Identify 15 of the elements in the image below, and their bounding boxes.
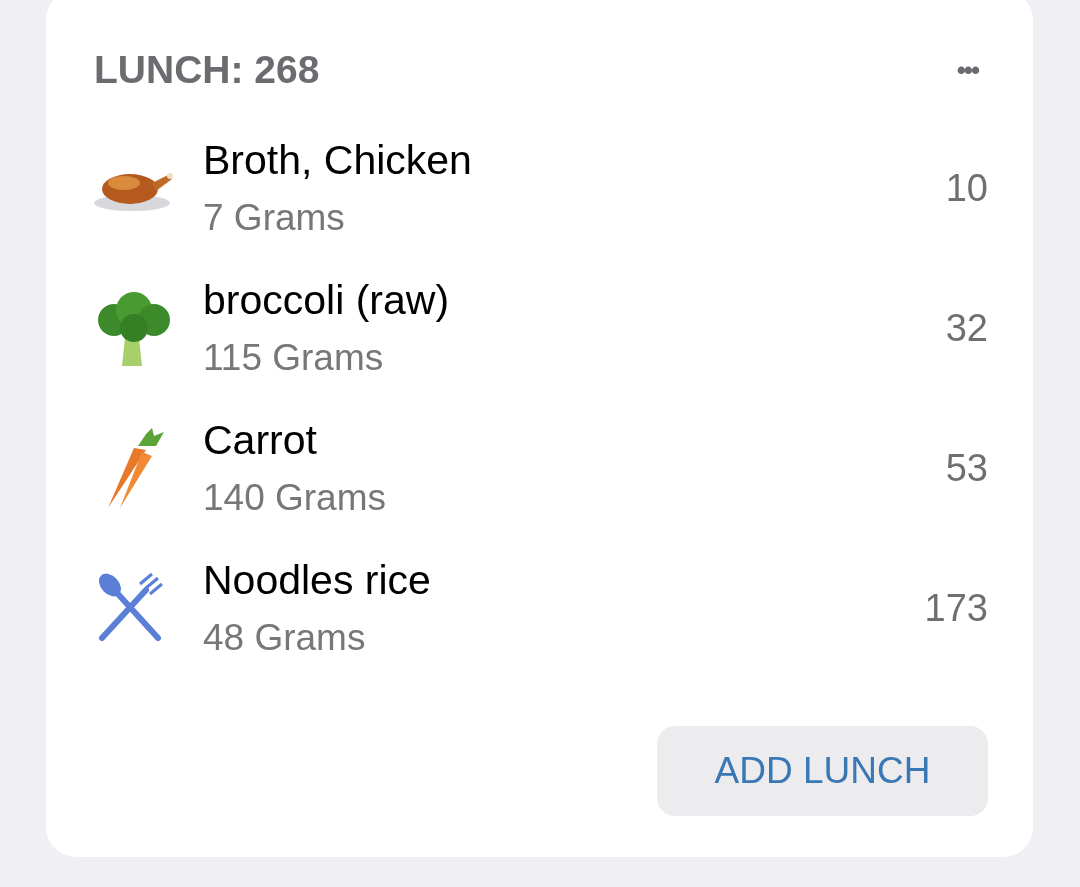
- food-name: Carrot: [203, 416, 318, 465]
- meal-title: LUNCH: 268: [94, 48, 320, 92]
- food-amount: 115 Grams: [203, 336, 385, 380]
- food-name: Noodles rice: [203, 556, 432, 605]
- food-amount: 140 Grams: [203, 476, 387, 520]
- food-calories: 53: [945, 446, 988, 490]
- food-amount: 48 Grams: [203, 616, 367, 660]
- more-button[interactable]: •••: [946, 54, 988, 86]
- food-name: broccoli (raw): [203, 276, 451, 325]
- add-lunch-button[interactable]: ADD LUNCH: [657, 726, 988, 816]
- food-calories: 173: [924, 586, 988, 630]
- food-amount: 7 Grams: [203, 196, 346, 240]
- food-calories: 10: [945, 166, 988, 210]
- food-calories: 32: [945, 306, 988, 350]
- food-name: Broth, Chicken: [203, 136, 473, 185]
